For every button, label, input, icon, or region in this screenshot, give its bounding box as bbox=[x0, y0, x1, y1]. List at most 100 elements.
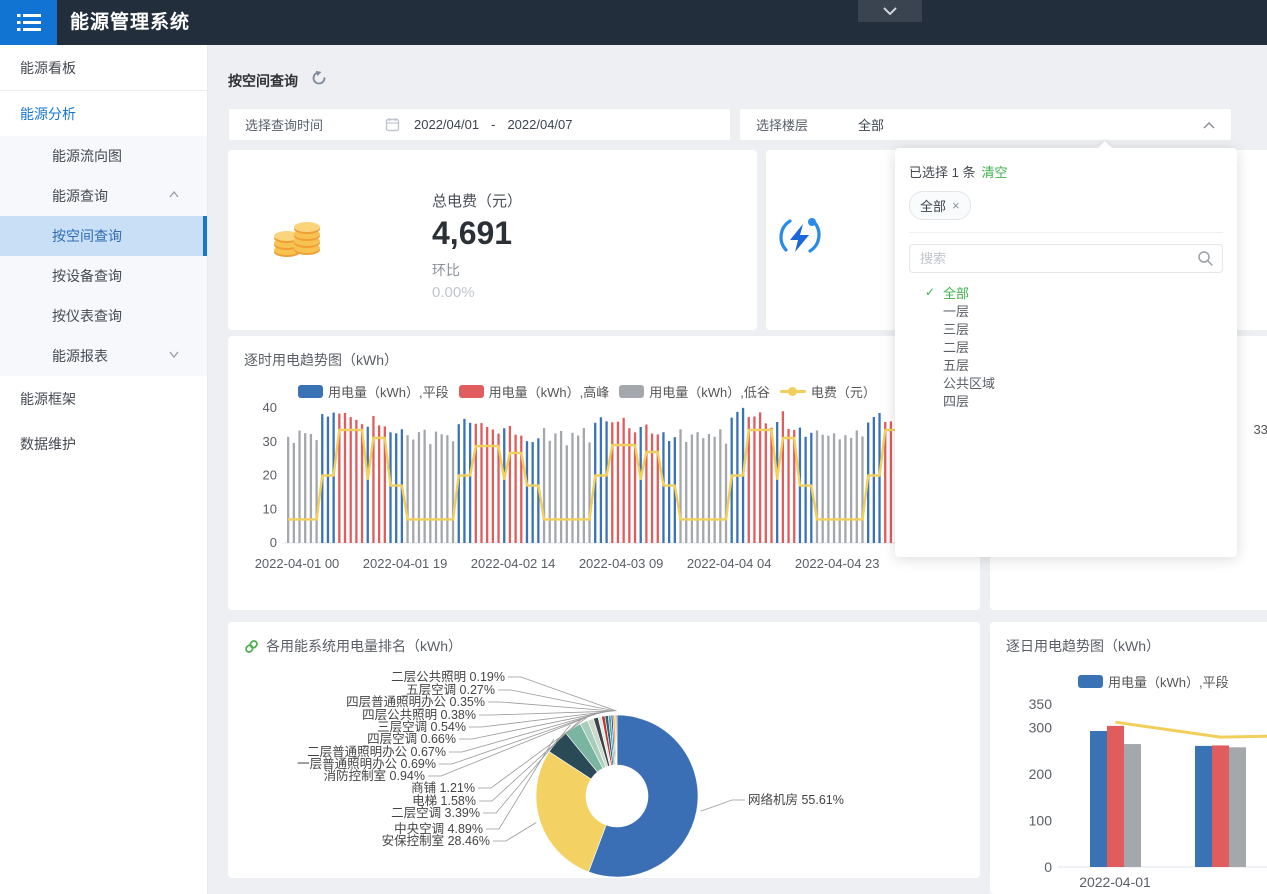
chevron-up-icon bbox=[169, 191, 179, 201]
calendar-icon bbox=[385, 117, 400, 132]
floor-option-公共区域[interactable]: 公共区域 bbox=[909, 373, 1223, 391]
sidebar-item-4[interactable]: 按空间查询 bbox=[0, 216, 207, 256]
chevron-down-icon bbox=[883, 7, 897, 15]
daily-chart-legend: 用电量（kWh）,平段用电量（kWh）,高峰 bbox=[1078, 672, 1267, 691]
list-menu-icon bbox=[16, 12, 42, 34]
sidebar-item-7[interactable]: 能源报表 bbox=[0, 336, 207, 376]
date-range-label: 选择查询时间 bbox=[245, 115, 323, 134]
app-title: 能源管理系统 bbox=[70, 0, 190, 45]
sidebar-item-9[interactable]: 数据维护 bbox=[0, 421, 207, 466]
svg-text:2022-04-01: 2022-04-01 bbox=[1079, 874, 1151, 890]
search-icon bbox=[1197, 250, 1213, 266]
sidebar-item-label: 能源报表 bbox=[52, 346, 108, 366]
floor-select[interactable]: 选择楼层 全部 bbox=[739, 108, 1232, 141]
legend-swatch bbox=[459, 385, 484, 398]
svg-text:200: 200 bbox=[1029, 766, 1053, 782]
pie-label-商铺: 商铺 1.21% bbox=[411, 780, 475, 795]
sidebar-item-3[interactable]: 能源查询 bbox=[0, 176, 207, 216]
floor-option-二层[interactable]: 二层 bbox=[909, 337, 1223, 355]
svg-text:350: 350 bbox=[1029, 696, 1053, 712]
ranking-pie-chart: 二层公共照明 0.19%五层空调 0.27%四层普通照明办公 0.35%四层公共… bbox=[228, 622, 980, 878]
floor-option-四层[interactable]: 四层 bbox=[909, 391, 1223, 409]
sidebar-item-label: 数据维护 bbox=[20, 434, 76, 454]
link-icon bbox=[244, 639, 259, 654]
sidebar-item-5[interactable]: 按设备查询 bbox=[0, 256, 207, 296]
svg-text:20: 20 bbox=[263, 468, 277, 483]
sidebar-item-8[interactable]: 能源框架 bbox=[0, 376, 207, 421]
floor-option-五层[interactable]: 五层 bbox=[909, 355, 1223, 373]
floor-option-label: 三层 bbox=[943, 319, 969, 338]
floor-select-label: 选择楼层 bbox=[756, 115, 808, 134]
date-range-picker[interactable]: 选择查询时间 2022/04/01 - 2022/04/07 bbox=[228, 108, 731, 141]
sidebar-item-1[interactable]: 能源分析 bbox=[0, 91, 207, 136]
daily-trend-card: 逐日用电趋势图（kWh） 用电量（kWh）,平段用电量（kWh）,高峰 0 100… bbox=[990, 622, 1267, 894]
legend-label: 用电量（kWh）,平段 bbox=[1108, 672, 1229, 691]
svg-text:2022-04-01 00: 2022-04-01 00 bbox=[255, 556, 340, 571]
floor-select-value: 全部 bbox=[858, 115, 884, 134]
hourly-chart-title: 逐时用电趋势图（kWh） bbox=[244, 350, 398, 370]
floor-option-label: 全部 bbox=[943, 283, 969, 302]
covered-card-value: 33.05 bbox=[1253, 422, 1267, 437]
legend-label: 用电量（kWh）,高峰 bbox=[489, 382, 610, 401]
menu-toggle-button[interactable] bbox=[0, 0, 57, 45]
sidebar-item-label: 能源框架 bbox=[20, 389, 76, 409]
stat-sub-value: 0.00% bbox=[432, 284, 522, 301]
pie-label-二层公共照明: 二层公共照明 0.19% bbox=[391, 670, 505, 684]
pie-label-安保控制室: 安保控制室 28.46% bbox=[382, 833, 490, 848]
sidebar-item-0[interactable]: 能源看板 bbox=[0, 45, 207, 90]
sidebar-item-label: 按空间查询 bbox=[52, 226, 122, 246]
sidebar-item-label: 能源看板 bbox=[20, 58, 76, 78]
floor-option-label: 公共区域 bbox=[943, 373, 995, 392]
pie-label-四层空调: 四层空调 0.66% bbox=[367, 732, 456, 746]
svg-text:0: 0 bbox=[1044, 859, 1052, 875]
lightning-icon bbox=[776, 212, 824, 260]
pie-label-消防控制室: 消防控制室 0.94% bbox=[324, 768, 425, 783]
legend-item[interactable]: 电费（元） bbox=[780, 382, 876, 401]
legend-item[interactable]: 用电量（kWh）,平段 bbox=[298, 382, 449, 401]
coins-icon bbox=[272, 210, 324, 262]
pie-chart-title: 各用能系统用电量排名（kWh） bbox=[266, 636, 462, 656]
header-dropdown-button[interactable] bbox=[858, 0, 922, 22]
floor-option-一层[interactable]: 一层 bbox=[909, 301, 1223, 319]
svg-text:100: 100 bbox=[1029, 812, 1053, 828]
sidebar-item-2[interactable]: 能源流向图 bbox=[0, 136, 207, 176]
legend-item[interactable]: 用电量（kWh）,低谷 bbox=[619, 382, 770, 401]
floor-option-全部[interactable]: ✓全部 bbox=[909, 283, 1223, 301]
svg-text:30: 30 bbox=[263, 434, 277, 449]
date-start-value[interactable]: 2022/04/01 bbox=[414, 117, 479, 132]
sidebar-item-label: 能源查询 bbox=[52, 186, 108, 206]
legend-line-marker bbox=[780, 390, 806, 393]
legend-swatch bbox=[1078, 675, 1103, 688]
page-title: 按空间查询 bbox=[228, 71, 298, 91]
legend-item[interactable]: 用电量（kWh）,高峰 bbox=[459, 382, 610, 401]
dropdown-arrow bbox=[1098, 141, 1112, 155]
legend-label: 用电量（kWh）,低谷 bbox=[649, 382, 770, 401]
tag-remove-icon[interactable]: × bbox=[952, 198, 960, 213]
legend-label: 用电量（kWh）,平段 bbox=[328, 382, 449, 401]
selected-floor-tag-label: 全部 bbox=[920, 196, 946, 215]
sidebar-item-6[interactable]: 按仪表查询 bbox=[0, 296, 207, 336]
sidebar-item-label: 按仪表查询 bbox=[52, 306, 122, 326]
total-cost-card: 总电费（元） 4,691 环比 0.00% bbox=[228, 150, 757, 330]
daily-chart-title: 逐日用电趋势图（kWh） bbox=[1006, 636, 1160, 656]
svg-text:2022-04-04 04: 2022-04-04 04 bbox=[687, 556, 772, 571]
floor-option-label: 四层 bbox=[943, 391, 969, 410]
floor-search-input[interactable] bbox=[909, 244, 1223, 273]
svg-text:2022-04-03 09: 2022-04-03 09 bbox=[579, 556, 664, 571]
floor-option-label: 二层 bbox=[943, 337, 969, 356]
daily-chart: 01002003003502022-04-012022-04-03 bbox=[990, 622, 1267, 894]
refresh-icon bbox=[310, 69, 328, 87]
date-end-value[interactable]: 2022/04/07 bbox=[507, 117, 572, 132]
svg-text:2022-04-02 14: 2022-04-02 14 bbox=[471, 556, 556, 571]
clear-selection-link[interactable]: 清空 bbox=[981, 165, 1007, 180]
check-icon: ✓ bbox=[925, 285, 943, 299]
selected-floor-tag[interactable]: 全部 × bbox=[909, 191, 971, 220]
refresh-button[interactable] bbox=[310, 69, 328, 87]
legend-item[interactable]: 用电量（kWh）,平段 bbox=[1078, 672, 1229, 691]
dropdown-divider bbox=[909, 232, 1223, 233]
svg-text:2022-04-04 23: 2022-04-04 23 bbox=[795, 556, 880, 571]
floor-option-三层[interactable]: 三层 bbox=[909, 319, 1223, 337]
pie-label-网络机房: 网络机房 55.61% bbox=[748, 792, 844, 807]
legend-swatch bbox=[619, 385, 644, 398]
svg-text:40: 40 bbox=[263, 400, 277, 415]
